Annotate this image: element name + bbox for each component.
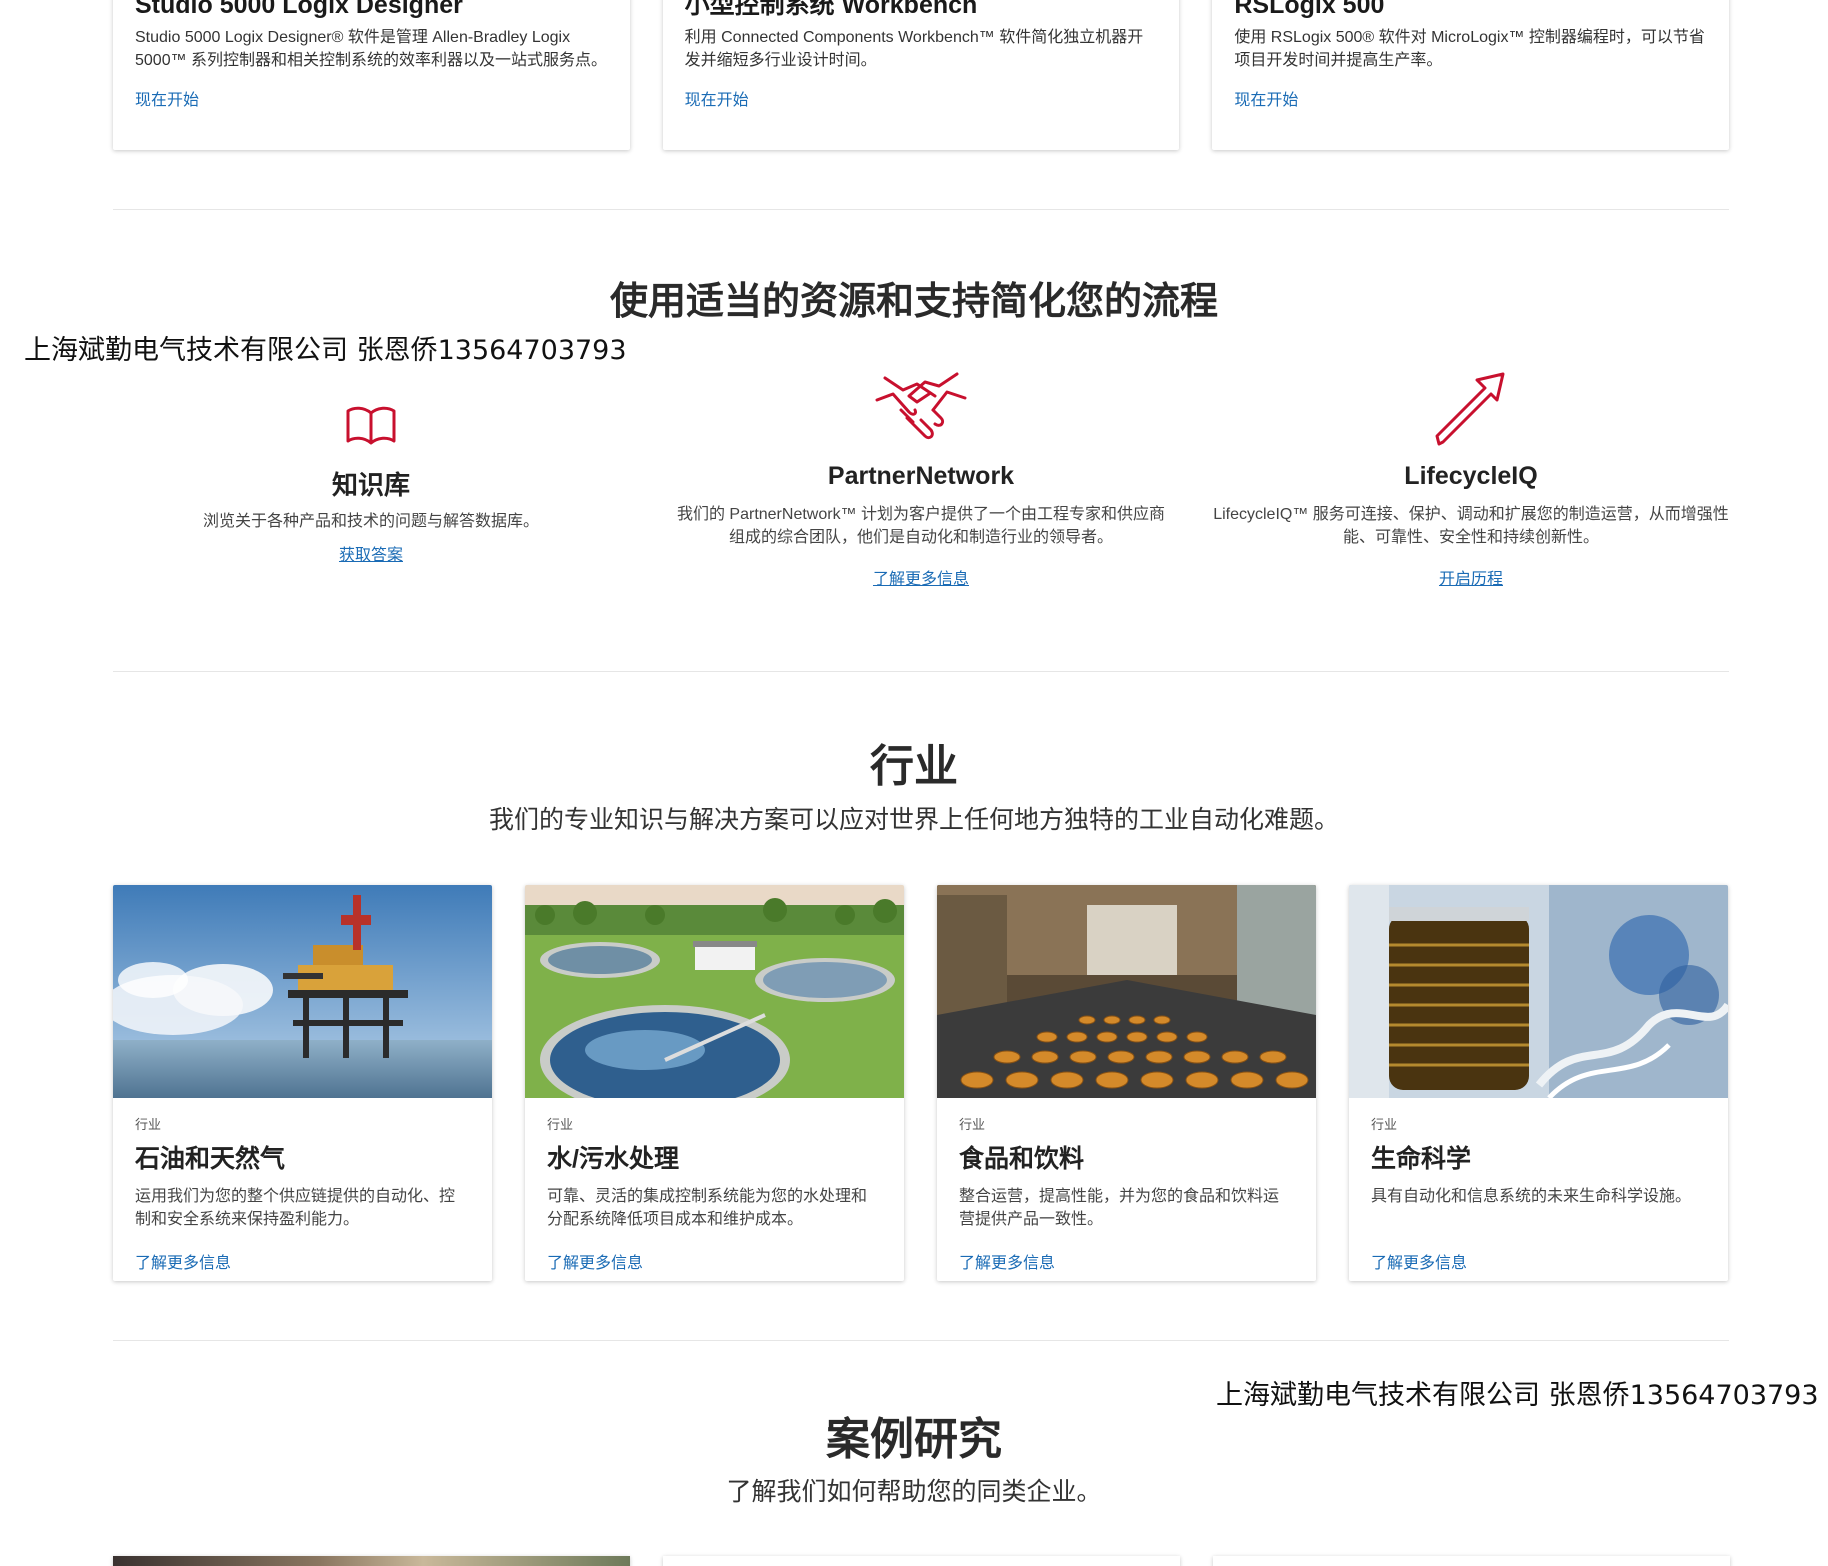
resource-title: 知识库 bbox=[331, 470, 410, 500]
product-card-desc: 利用 Connected Components Workbench™ 软件简化独… bbox=[684, 29, 1144, 69]
life-sciences-image bbox=[1349, 885, 1728, 1098]
learn-more-link[interactable]: 了解更多信息 bbox=[959, 1249, 1294, 1273]
case-card[interactable] bbox=[1213, 1556, 1730, 1566]
product-card-desc: 使用 RSLogix 500® 软件对 MicroLogix™ 控制器编程时，可… bbox=[1234, 29, 1705, 69]
product-card-desc: Studio 5000 Logix Designer® 软件是管理 Allen-… bbox=[135, 29, 608, 69]
resource-title: LifecycleIQ bbox=[1404, 462, 1538, 490]
product-card-title: Studio 5000 Logix Designer bbox=[135, 0, 463, 19]
learn-more-link[interactable]: 了解更多信息 bbox=[135, 1249, 470, 1273]
industry-cards-row: 行业 石油和天然气 运用我们为您的整个供应链提供的自动化、控制和安全系统来保持盈… bbox=[113, 885, 1728, 1281]
industry-section-subtitle: 我们的专业知识与解决方案可以应对世界上任何地方独特的工业自动化难题。 bbox=[488, 806, 1339, 834]
product-card-title: RSLogix 500 bbox=[1234, 0, 1385, 19]
handshake-icon bbox=[875, 372, 967, 440]
product-card-studio5000: Studio 5000 Logix Designer Studio 5000 L… bbox=[113, 0, 630, 150]
product-card-workbench: 小型控制系统 Workbench 利用 Connected Components… bbox=[662, 0, 1180, 150]
learn-more-link[interactable]: 了解更多信息 bbox=[1371, 1249, 1706, 1273]
get-started-link[interactable]: 现在开始 bbox=[1234, 86, 1707, 110]
oil-rig-image bbox=[113, 885, 492, 1098]
start-journey-link[interactable]: 开启历程 bbox=[1439, 565, 1503, 589]
case-section-subtitle: 了解我们如何帮助您的同类企业。 bbox=[726, 1478, 1102, 1506]
section-divider bbox=[113, 209, 1729, 210]
industry-tag: 行业 bbox=[135, 1117, 162, 1132]
industry-desc: 可靠、灵活的集成控制系统能为您的水处理和分配系统降低项目成本和维护成本。 bbox=[547, 1188, 868, 1228]
section-divider bbox=[113, 1340, 1729, 1341]
learn-more-link[interactable]: 了解更多信息 bbox=[547, 1249, 882, 1273]
product-card-title: 小型控制系统 Workbench bbox=[684, 0, 978, 19]
resource-desc: LifecycleIQ™ 服务可连接、保护、调动和扩展您的制造运营，从而增强性能… bbox=[1213, 506, 1729, 546]
resource-partnernetwork: PartnerNetwork 我们的 PartnerNetwork™ 计划为客户… bbox=[651, 370, 1191, 589]
industry-section-title: 行业 bbox=[870, 742, 958, 791]
get-started-link[interactable]: 现在开始 bbox=[685, 86, 1158, 110]
industry-card-water[interactable]: 行业 水/污水处理 可靠、灵活的集成控制系统能为您的水处理和分配系统降低项目成本… bbox=[525, 885, 904, 1281]
resources-section-title: 使用适当的资源和支持简化您的流程 bbox=[609, 281, 1218, 323]
industry-title: 生命科学 bbox=[1371, 1145, 1472, 1173]
get-answers-link[interactable]: 获取答案 bbox=[339, 541, 403, 565]
product-card-rslogix500: RSLogix 500 使用 RSLogix 500® 软件对 MicroLog… bbox=[1212, 0, 1730, 150]
get-started-link[interactable]: 现在开始 bbox=[135, 86, 608, 110]
water-treatment-image bbox=[525, 885, 904, 1098]
industry-card-life-sciences[interactable]: 行业 生命科学 具有自动化和信息系统的未来生命科学设施。 了解更多信息 bbox=[1349, 885, 1728, 1281]
product-cards-row: Studio 5000 Logix Designer Studio 5000 L… bbox=[113, 0, 1730, 150]
watermark-text: 上海斌勤电气技术有限公司 张恩侨13564703793 bbox=[24, 335, 627, 366]
case-section-title: 案例研究 bbox=[826, 1415, 1002, 1464]
industry-desc: 整合运营，提高性能，并为您的食品和饮料运营提供产品一致性。 bbox=[959, 1188, 1280, 1228]
section-divider bbox=[113, 671, 1729, 672]
industry-tag: 行业 bbox=[1371, 1117, 1398, 1132]
resource-lifecycleiq: LifecycleIQ LifecycleIQ™ 服务可连接、保护、调动和扩展您… bbox=[1201, 370, 1741, 589]
case-card[interactable] bbox=[663, 1556, 1180, 1566]
industry-tag: 行业 bbox=[547, 1117, 574, 1132]
case-cards-row bbox=[113, 1556, 1730, 1566]
book-icon bbox=[346, 406, 396, 445]
resource-title: PartnerNetwork bbox=[827, 462, 1015, 490]
industry-desc: 运用我们为您的整个供应链提供的自动化、控制和安全系统来保持盈利能力。 bbox=[135, 1188, 456, 1228]
industry-title: 食品和饮料 bbox=[959, 1145, 1085, 1173]
resource-knowledge-base: 知识库 浏览关于各种产品和技术的问题与解答数据库。 获取答案 bbox=[101, 405, 641, 565]
resource-desc: 浏览关于各种产品和技术的问题与解答数据库。 bbox=[202, 513, 539, 530]
industry-title: 水/污水处理 bbox=[547, 1145, 679, 1173]
industry-tag: 行业 bbox=[959, 1117, 986, 1132]
industry-desc: 具有自动化和信息系统的未来生命科学设施。 bbox=[1371, 1188, 1692, 1205]
industry-title: 石油和天然气 bbox=[135, 1145, 286, 1173]
industry-card-oil-gas[interactable]: 行业 石油和天然气 运用我们为您的整个供应链提供的自动化、控制和安全系统来保持盈… bbox=[113, 885, 492, 1281]
arrow-up-right-icon bbox=[1435, 372, 1505, 446]
industry-card-food[interactable]: 行业 食品和饮料 整合运营，提高性能，并为您的食品和饮料运营提供产品一致性。 了… bbox=[937, 885, 1316, 1281]
learn-more-link[interactable]: 了解更多信息 bbox=[873, 565, 969, 589]
resource-desc: 我们的 PartnerNetwork™ 计划为客户提供了一个由工程专家和供应商组… bbox=[676, 506, 1166, 546]
food-production-image bbox=[937, 885, 1316, 1098]
case-card[interactable] bbox=[113, 1556, 630, 1566]
